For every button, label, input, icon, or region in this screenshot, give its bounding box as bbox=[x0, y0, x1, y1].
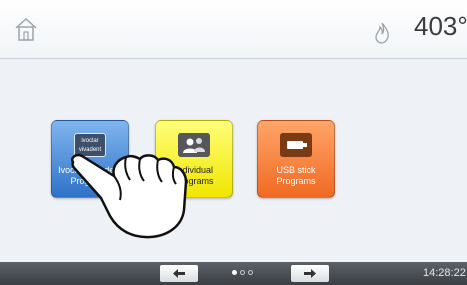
page-dot-active bbox=[232, 270, 237, 275]
usb-stick-icon bbox=[280, 133, 312, 157]
arrow-right-icon bbox=[304, 269, 316, 278]
top-bar: 403° bbox=[0, 0, 467, 59]
previous-page-button[interactable] bbox=[160, 265, 198, 282]
flame-icon bbox=[375, 22, 389, 44]
home-icon[interactable] bbox=[14, 16, 38, 42]
page-indicator bbox=[232, 270, 262, 278]
tile-label: USB stick Programs bbox=[276, 165, 316, 186]
page-dot bbox=[240, 270, 245, 275]
temperature-readout: 403° bbox=[414, 11, 467, 41]
usb-stick-programs-button[interactable]: USB stick Programs bbox=[257, 120, 335, 198]
pointing-hand-icon bbox=[71, 153, 188, 239]
bottom-bar: 14:28:22 bbox=[0, 262, 467, 285]
furnace-screen: 403° ivoclar vivadent Ivoclar Vivadent P… bbox=[0, 0, 467, 285]
arrow-left-icon bbox=[173, 269, 185, 278]
next-page-button[interactable] bbox=[291, 265, 329, 282]
clock: 14:28:22 bbox=[423, 267, 466, 279]
page-dot bbox=[248, 270, 253, 275]
